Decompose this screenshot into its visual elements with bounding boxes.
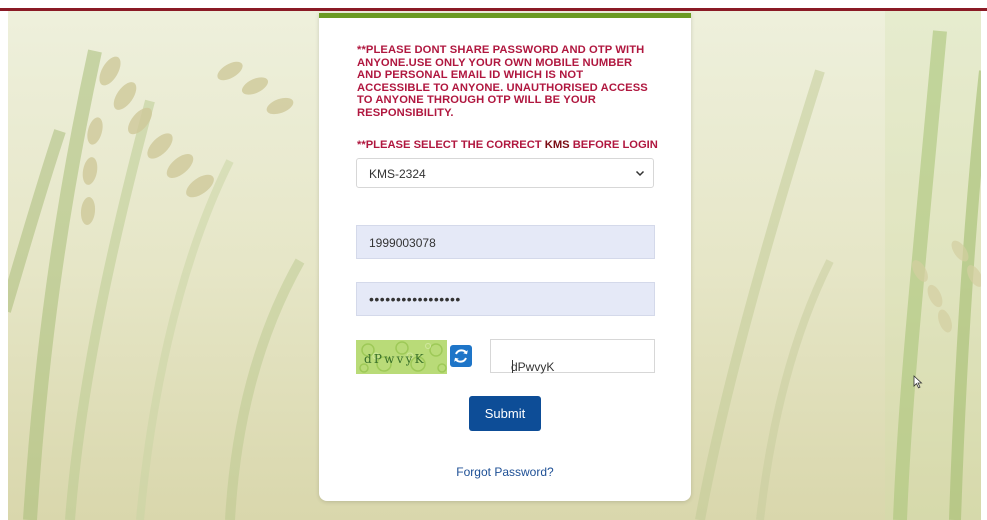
forgot-password-link: Forgot Password? xyxy=(319,465,691,479)
mobile-number-value: 1999003078 xyxy=(369,236,436,250)
refresh-icon xyxy=(454,349,468,363)
kms-select-value: KMS-2324 xyxy=(369,167,426,181)
login-panel: **PLEASE DONT SHARE PASSWORD AND OTP WIT… xyxy=(319,13,691,501)
security-warning: **PLEASE DONT SHARE PASSWORD AND OTP WIT… xyxy=(357,44,657,120)
panel-accent-bar xyxy=(319,13,691,18)
submit-button[interactable]: Submit xyxy=(469,396,541,431)
forgot-password-label[interactable]: Forgot Password? xyxy=(456,465,553,479)
left-edge xyxy=(0,11,8,520)
password-value: ••••••••••••••••• xyxy=(369,291,461,307)
kms-note-prefix: **PLEASE SELECT THE CORRECT xyxy=(357,139,545,151)
kms-select-note: **PLEASE SELECT THE CORRECT KMS BEFORE L… xyxy=(357,139,658,151)
warning-line: ACCESSIBLE TO ANYONE. UNAUTHORISED ACCES… xyxy=(357,81,648,94)
warning-line: RESPONSIBILITY. xyxy=(357,106,454,119)
kms-select[interactable]: KMS-2324 xyxy=(356,158,654,188)
captcha-image: dPwvyK xyxy=(356,340,447,374)
warning-line: AND PERSONAL EMAIL ID WHICH IS NOT xyxy=(357,69,584,82)
warning-line: ANYONE.USE ONLY YOUR OWN MOBILE NUMBER xyxy=(357,56,633,69)
warning-line: **PLEASE DONT SHARE PASSWORD AND OTP WIT… xyxy=(357,44,645,56)
right-edge xyxy=(981,11,987,520)
text-caret xyxy=(512,360,513,373)
captcha-input[interactable]: dPwvyK xyxy=(490,339,655,374)
captcha-text: dPwvyK xyxy=(364,352,426,366)
chevron-down-icon xyxy=(635,170,645,177)
warning-line: TO ANYONE THROUGH OTP WILL BE YOUR xyxy=(357,94,596,107)
kms-note-suffix: BEFORE LOGIN xyxy=(569,139,658,151)
password-input[interactable]: ••••••••••••••••• xyxy=(356,282,655,316)
mouse-pointer-icon xyxy=(913,375,923,389)
captcha-refresh-button[interactable] xyxy=(450,345,472,367)
captcha-input-text: dPwvyK xyxy=(511,360,555,374)
mobile-number-input[interactable]: 1999003078 xyxy=(356,225,655,259)
kms-note-highlight: KMS xyxy=(544,139,570,151)
